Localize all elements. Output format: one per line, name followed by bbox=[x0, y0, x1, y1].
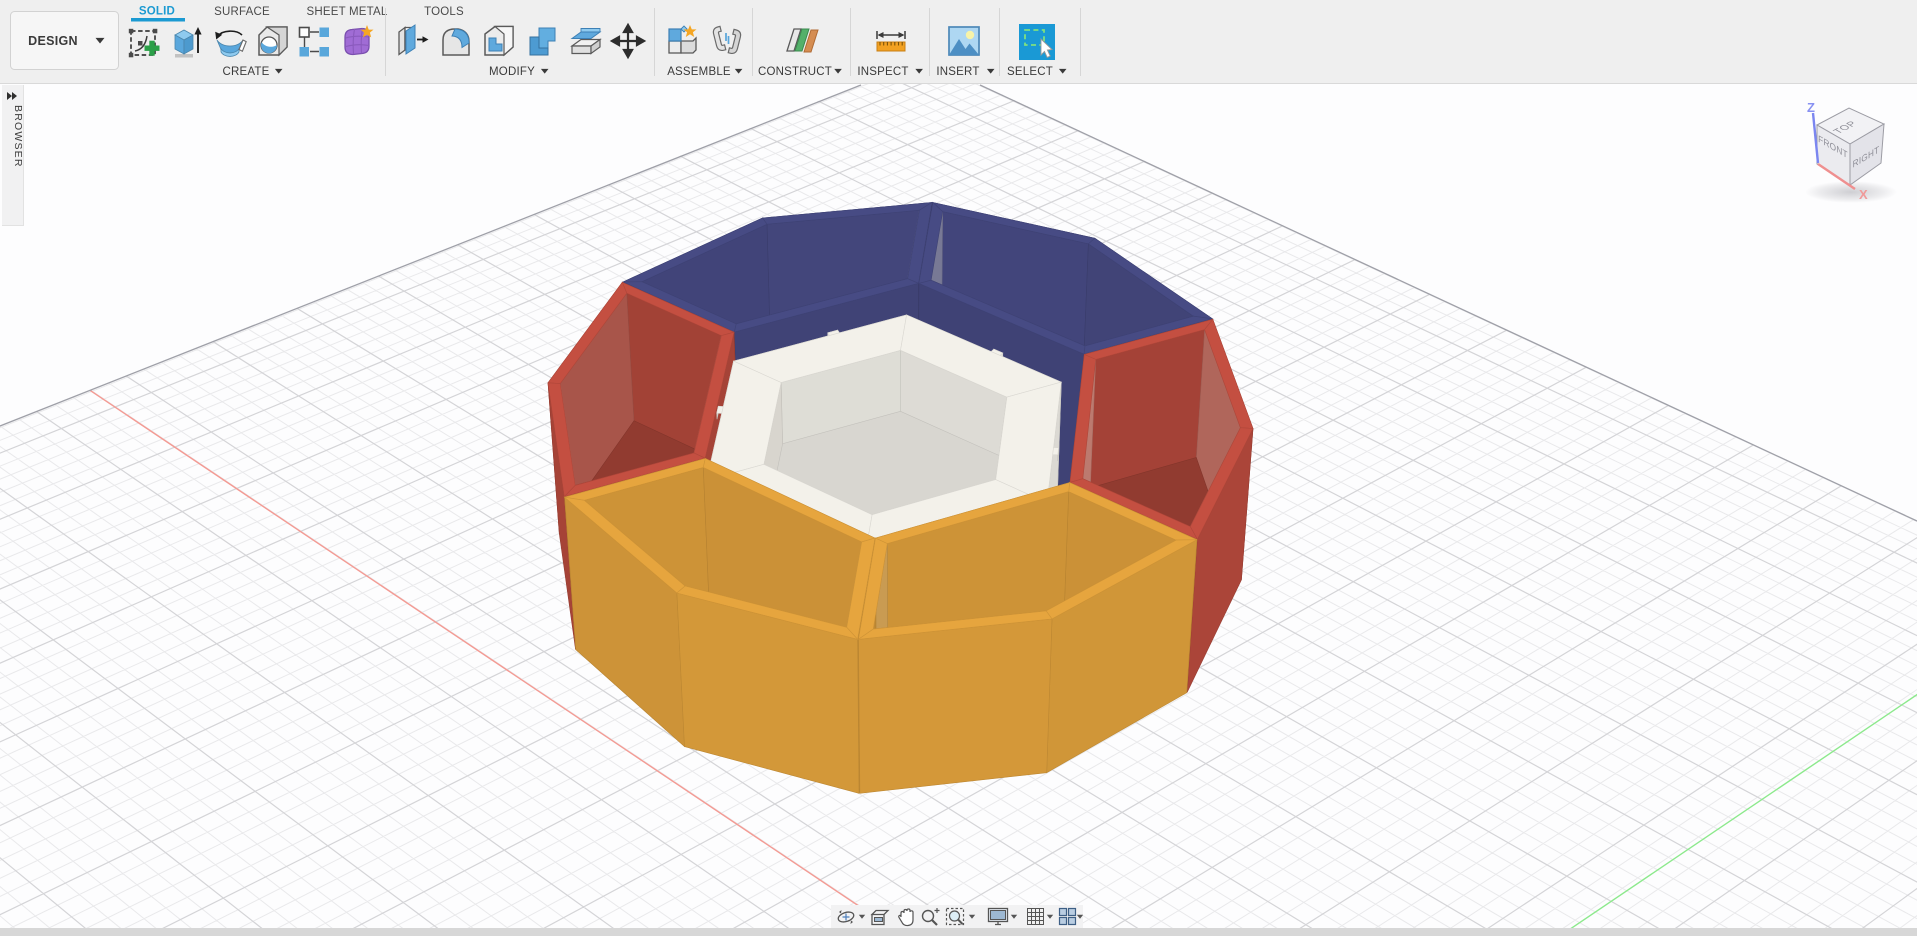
svg-text:SELECT: SELECT bbox=[1007, 66, 1053, 78]
svg-text:ASSEMBLE: ASSEMBLE bbox=[667, 66, 731, 78]
svg-text:SURFACE: SURFACE bbox=[214, 6, 270, 18]
svg-text:MODIFY: MODIFY bbox=[489, 66, 535, 78]
svg-text:X: X bbox=[1859, 187, 1868, 202]
svg-text:INSPECT: INSPECT bbox=[857, 66, 908, 78]
svg-text:TOOLS: TOOLS bbox=[424, 6, 464, 18]
svg-text:SHEET METAL: SHEET METAL bbox=[306, 6, 387, 18]
svg-text:CONSTRUCT: CONSTRUCT bbox=[758, 66, 832, 78]
svg-text:SOLID: SOLID bbox=[139, 6, 175, 18]
svg-text:Z: Z bbox=[1807, 100, 1815, 115]
svg-text:INSERT: INSERT bbox=[936, 66, 979, 78]
svg-text:DESIGN: DESIGN bbox=[28, 34, 78, 48]
svg-text:CREATE: CREATE bbox=[223, 66, 270, 78]
svg-text:BROWSER: BROWSER bbox=[12, 105, 24, 168]
